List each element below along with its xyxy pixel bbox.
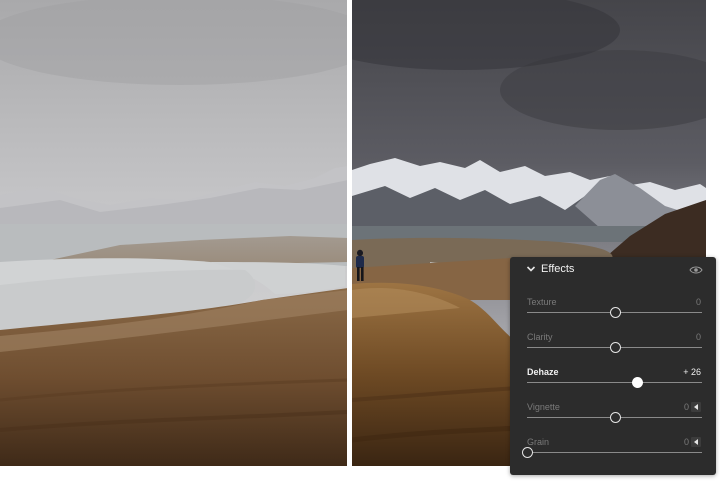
slider-row-clarity: Clarity 0: [510, 332, 716, 366]
grain-slider-thumb[interactable]: [522, 447, 533, 458]
vignette-value[interactable]: 0: [684, 402, 689, 412]
clarity-label: Clarity: [527, 332, 553, 342]
vignette-label: Vignette: [527, 402, 560, 412]
slider-row-dehaze: Dehaze + 26: [510, 367, 716, 401]
clarity-slider-thumb[interactable]: [609, 342, 621, 353]
grain-label: Grain: [527, 437, 550, 447]
dehaze-value[interactable]: + 26: [683, 367, 701, 377]
dehaze-label: Dehaze: [527, 367, 559, 377]
clarity-value[interactable]: 0: [696, 332, 701, 342]
vignette-slider-thumb[interactable]: [609, 412, 621, 423]
dehaze-slider-track[interactable]: [527, 382, 702, 383]
chevron-down-icon[interactable]: [525, 263, 537, 275]
grain-expand-button[interactable]: [691, 437, 701, 447]
slider-row-grain: Grain 0: [510, 437, 716, 471]
texture-value[interactable]: 0: [696, 297, 701, 307]
texture-label: Texture: [527, 297, 557, 307]
eye-icon[interactable]: [689, 265, 703, 275]
texture-slider-thumb[interactable]: [609, 307, 621, 318]
slider-row-texture: Texture 0: [510, 297, 716, 331]
before-after-divider[interactable]: [347, 0, 352, 466]
effects-panel: Effects Texture 0 Clarity 0 Dehaze + 26 Vignet…: [510, 257, 716, 475]
dehaze-slider-thumb[interactable]: [632, 377, 644, 388]
vignette-expand-button[interactable]: [691, 402, 701, 412]
panel-title: Effects: [541, 263, 575, 275]
grain-value[interactable]: 0: [684, 437, 689, 447]
panel-header[interactable]: Effects: [510, 257, 716, 283]
grain-slider-track[interactable]: [527, 452, 702, 453]
slider-row-vignette: Vignette 0: [510, 402, 716, 436]
